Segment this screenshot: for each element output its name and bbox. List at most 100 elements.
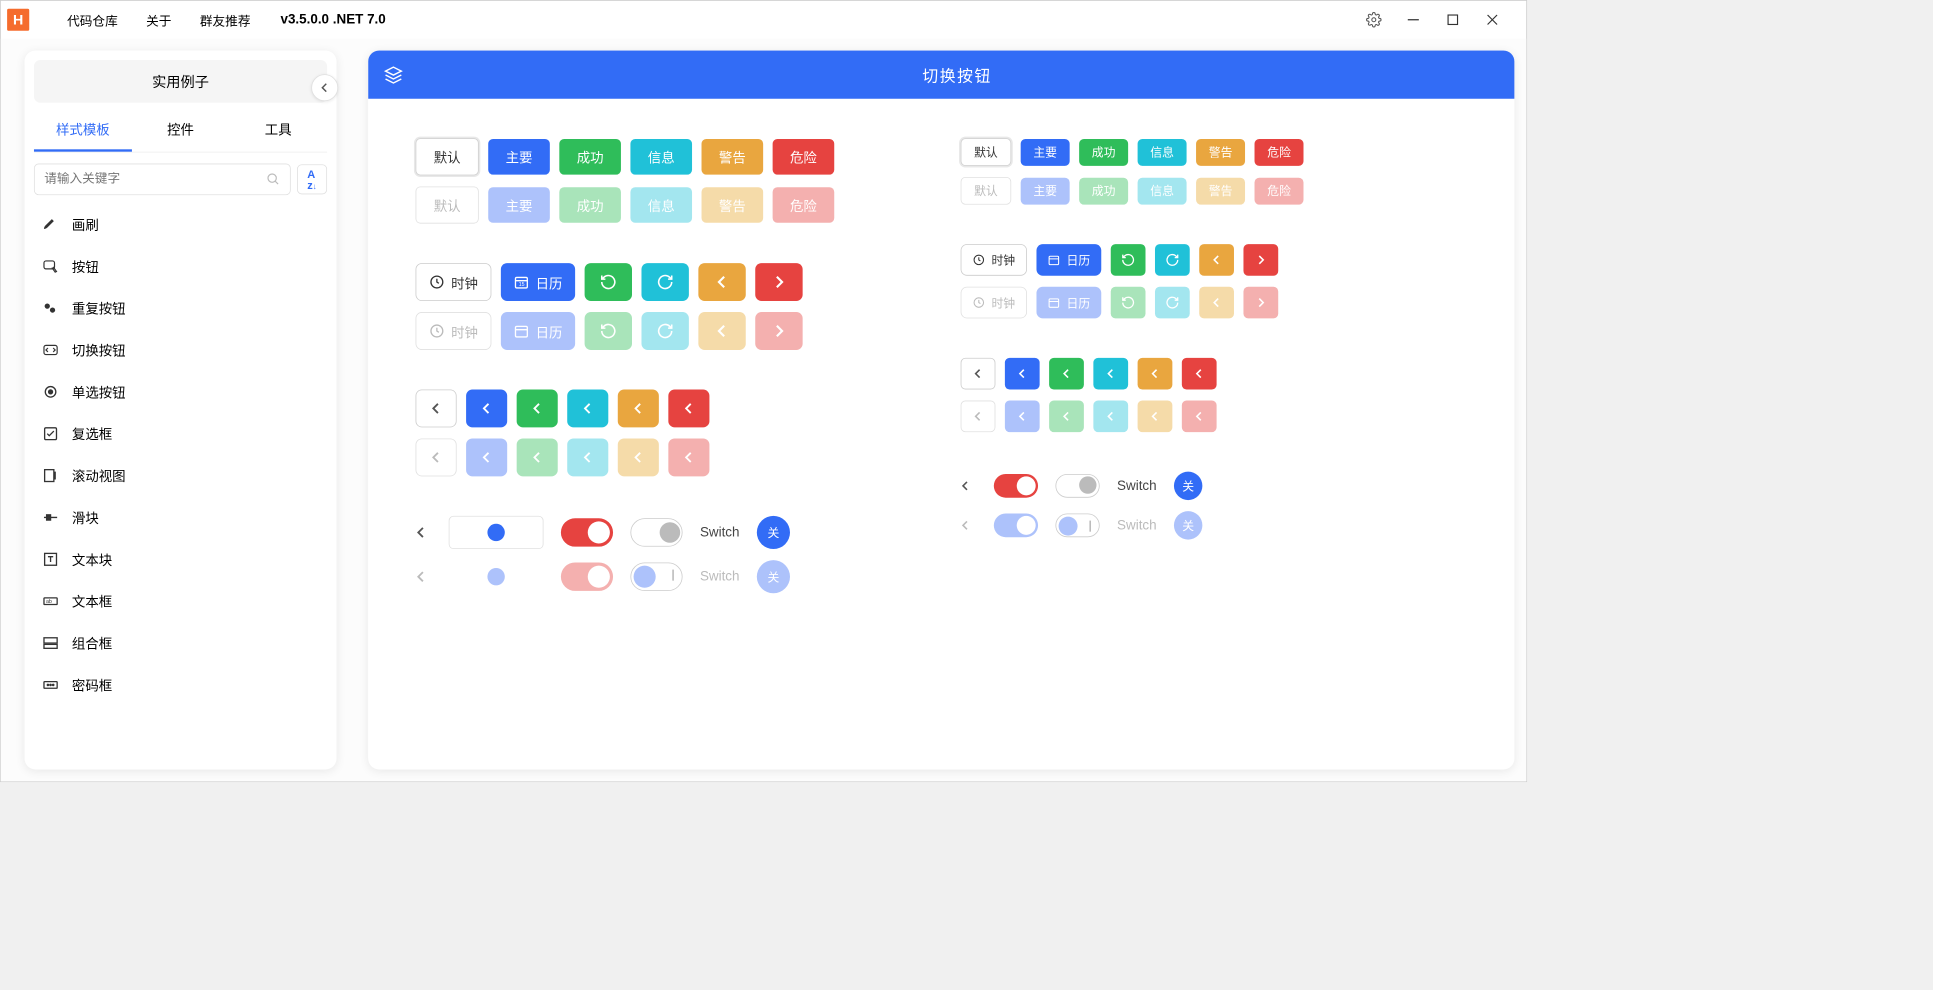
btn-refresh-cw-sm[interactable]	[1155, 244, 1190, 276]
nav-item-combobox[interactable]: 组合框	[34, 622, 327, 664]
menu-recommend[interactable]: 群友推荐	[186, 10, 265, 29]
sq-danger-sm-disabled[interactable]	[1182, 401, 1217, 433]
btn-refresh-cw[interactable]	[641, 263, 688, 301]
btn-default-sm-disabled[interactable]: 默认	[961, 177, 1012, 205]
sq-success-sm-disabled[interactable]	[1049, 401, 1084, 433]
chevron-left-icon[interactable]	[961, 481, 977, 490]
sidebar-collapse-button[interactable]	[311, 74, 338, 101]
btn-calendar-sm[interactable]: 日历	[1036, 244, 1101, 276]
sq-primary-disabled[interactable]	[466, 438, 507, 476]
toggle-red-on-disabled[interactable]	[561, 562, 613, 590]
nav-item-checkbox[interactable]: 复选框	[34, 412, 327, 454]
sq-success[interactable]	[517, 389, 558, 427]
toggle-dot-large-disabled[interactable]	[449, 560, 544, 593]
toggle-red-on-sm[interactable]	[994, 474, 1038, 498]
btn-clock[interactable]: 时钟	[416, 263, 492, 301]
nav-item-brush[interactable]: 画刷	[34, 203, 327, 245]
sq-success-disabled[interactable]	[517, 438, 558, 476]
menu-repo[interactable]: 代码仓库	[53, 10, 132, 29]
toggle-off-bordered-sm[interactable]	[1055, 474, 1099, 498]
btn-chevron-right-danger-disabled[interactable]	[755, 312, 802, 350]
btn-refresh-ccw-disabled[interactable]	[585, 312, 632, 350]
btn-clock-sm[interactable]: 时钟	[961, 244, 1027, 276]
btn-chevron-left-warning-sm-disabled[interactable]	[1199, 287, 1234, 319]
btn-info-disabled[interactable]: 信息	[630, 187, 692, 223]
btn-primary[interactable]: 主要	[488, 139, 550, 175]
maximize-button[interactable]	[1445, 12, 1461, 28]
sq-primary[interactable]	[466, 389, 507, 427]
pill-off-button-disabled[interactable]: 关	[757, 560, 790, 593]
btn-chevron-right-danger-sm[interactable]	[1243, 244, 1278, 276]
nav-item-scrollviewer[interactable]: 滚动视图	[34, 454, 327, 496]
toggle-off-withbar-sm-disabled[interactable]	[1055, 514, 1099, 538]
chevron-left-icon[interactable]	[961, 521, 977, 530]
btn-success-sm[interactable]: 成功	[1079, 139, 1128, 166]
sq-info[interactable]	[567, 389, 608, 427]
tab-tools[interactable]: 工具	[229, 107, 327, 151]
btn-success[interactable]: 成功	[559, 139, 621, 175]
btn-clock-disabled[interactable]: 时钟	[416, 312, 492, 350]
minimize-button[interactable]	[1405, 12, 1421, 28]
sq-info-sm-disabled[interactable]	[1093, 401, 1128, 433]
toggle-off-bordered[interactable]	[630, 518, 682, 546]
sq-success-sm[interactable]	[1049, 358, 1084, 390]
btn-chevron-right-danger-sm-disabled[interactable]	[1243, 287, 1278, 319]
btn-default[interactable]: 默认	[416, 138, 479, 175]
sq-warning-sm-disabled[interactable]	[1138, 401, 1173, 433]
nav-item-textbox[interactable]: ab文本框	[34, 580, 327, 622]
btn-warning-sm-disabled[interactable]: 警告	[1196, 177, 1245, 204]
btn-danger[interactable]: 危险	[773, 139, 835, 175]
btn-primary-disabled[interactable]: 主要	[488, 187, 550, 223]
nav-item-radio-button[interactable]: 单选按钮	[34, 371, 327, 413]
sq-default-sm[interactable]	[961, 358, 996, 390]
btn-refresh-ccw[interactable]	[585, 263, 632, 301]
menu-about[interactable]: 关于	[132, 10, 186, 29]
btn-chevron-left-warning-disabled[interactable]	[698, 312, 745, 350]
toggle-off-withbar-disabled[interactable]	[630, 562, 682, 590]
pill-off-button-sm-disabled[interactable]: 关	[1174, 511, 1202, 539]
btn-info-sm-disabled[interactable]: 信息	[1138, 177, 1187, 204]
sq-warning-disabled[interactable]	[618, 438, 659, 476]
search-input[interactable]	[44, 172, 261, 186]
btn-warning[interactable]: 警告	[702, 139, 764, 175]
btn-warning-disabled[interactable]: 警告	[702, 187, 764, 223]
btn-warning-sm[interactable]: 警告	[1196, 139, 1245, 166]
nav-list[interactable]: 画刷 按钮 重复按钮 切换按钮 单选按钮 复选框 滚动视图 滑块 文本块 ab文…	[34, 203, 327, 760]
btn-chevron-left-warning[interactable]	[698, 263, 745, 301]
btn-clock-sm-disabled[interactable]: 时钟	[961, 287, 1027, 319]
sq-primary-sm[interactable]	[1005, 358, 1040, 390]
sq-info-sm[interactable]	[1093, 358, 1128, 390]
settings-button[interactable]	[1366, 12, 1382, 28]
tab-templates[interactable]: 样式模板	[34, 107, 132, 151]
chevron-left-icon[interactable]	[416, 571, 432, 582]
btn-refresh-ccw-sm[interactable]	[1111, 244, 1146, 276]
btn-chevron-right-danger[interactable]	[755, 263, 802, 301]
nav-item-passwordbox[interactable]: 密码框	[34, 664, 327, 706]
btn-danger-sm[interactable]: 危险	[1255, 139, 1304, 166]
sq-danger[interactable]	[668, 389, 709, 427]
sq-danger-sm[interactable]	[1182, 358, 1217, 390]
sidebar-header[interactable]: 实用例子	[34, 60, 327, 103]
sq-primary-sm-disabled[interactable]	[1005, 401, 1040, 433]
sq-default-sm-disabled[interactable]	[961, 401, 996, 433]
nav-item-button[interactable]: 按钮	[34, 245, 327, 287]
btn-refresh-ccw-sm-disabled[interactable]	[1111, 287, 1146, 319]
pill-off-button-sm[interactable]: 关	[1174, 472, 1202, 500]
btn-success-sm-disabled[interactable]: 成功	[1079, 177, 1128, 204]
btn-primary-sm-disabled[interactable]: 主要	[1021, 177, 1070, 204]
sq-danger-disabled[interactable]	[668, 438, 709, 476]
nav-item-toggle-button[interactable]: 切换按钮	[34, 329, 327, 371]
close-button[interactable]	[1484, 12, 1500, 28]
btn-success-disabled[interactable]: 成功	[559, 187, 621, 223]
btn-danger-sm-disabled[interactable]: 危险	[1255, 177, 1304, 204]
btn-calendar-sm-disabled[interactable]: 日历	[1036, 287, 1101, 319]
btn-default-disabled[interactable]: 默认	[416, 186, 479, 223]
btn-chevron-left-warning-sm[interactable]	[1199, 244, 1234, 276]
nav-item-slider[interactable]: 滑块	[34, 496, 327, 538]
sq-warning[interactable]	[618, 389, 659, 427]
btn-info-sm[interactable]: 信息	[1138, 139, 1187, 166]
nav-item-textblock[interactable]: 文本块	[34, 538, 327, 580]
chevron-left-icon[interactable]	[416, 527, 432, 538]
toggle-red-on[interactable]	[561, 518, 613, 546]
btn-info[interactable]: 信息	[630, 139, 692, 175]
